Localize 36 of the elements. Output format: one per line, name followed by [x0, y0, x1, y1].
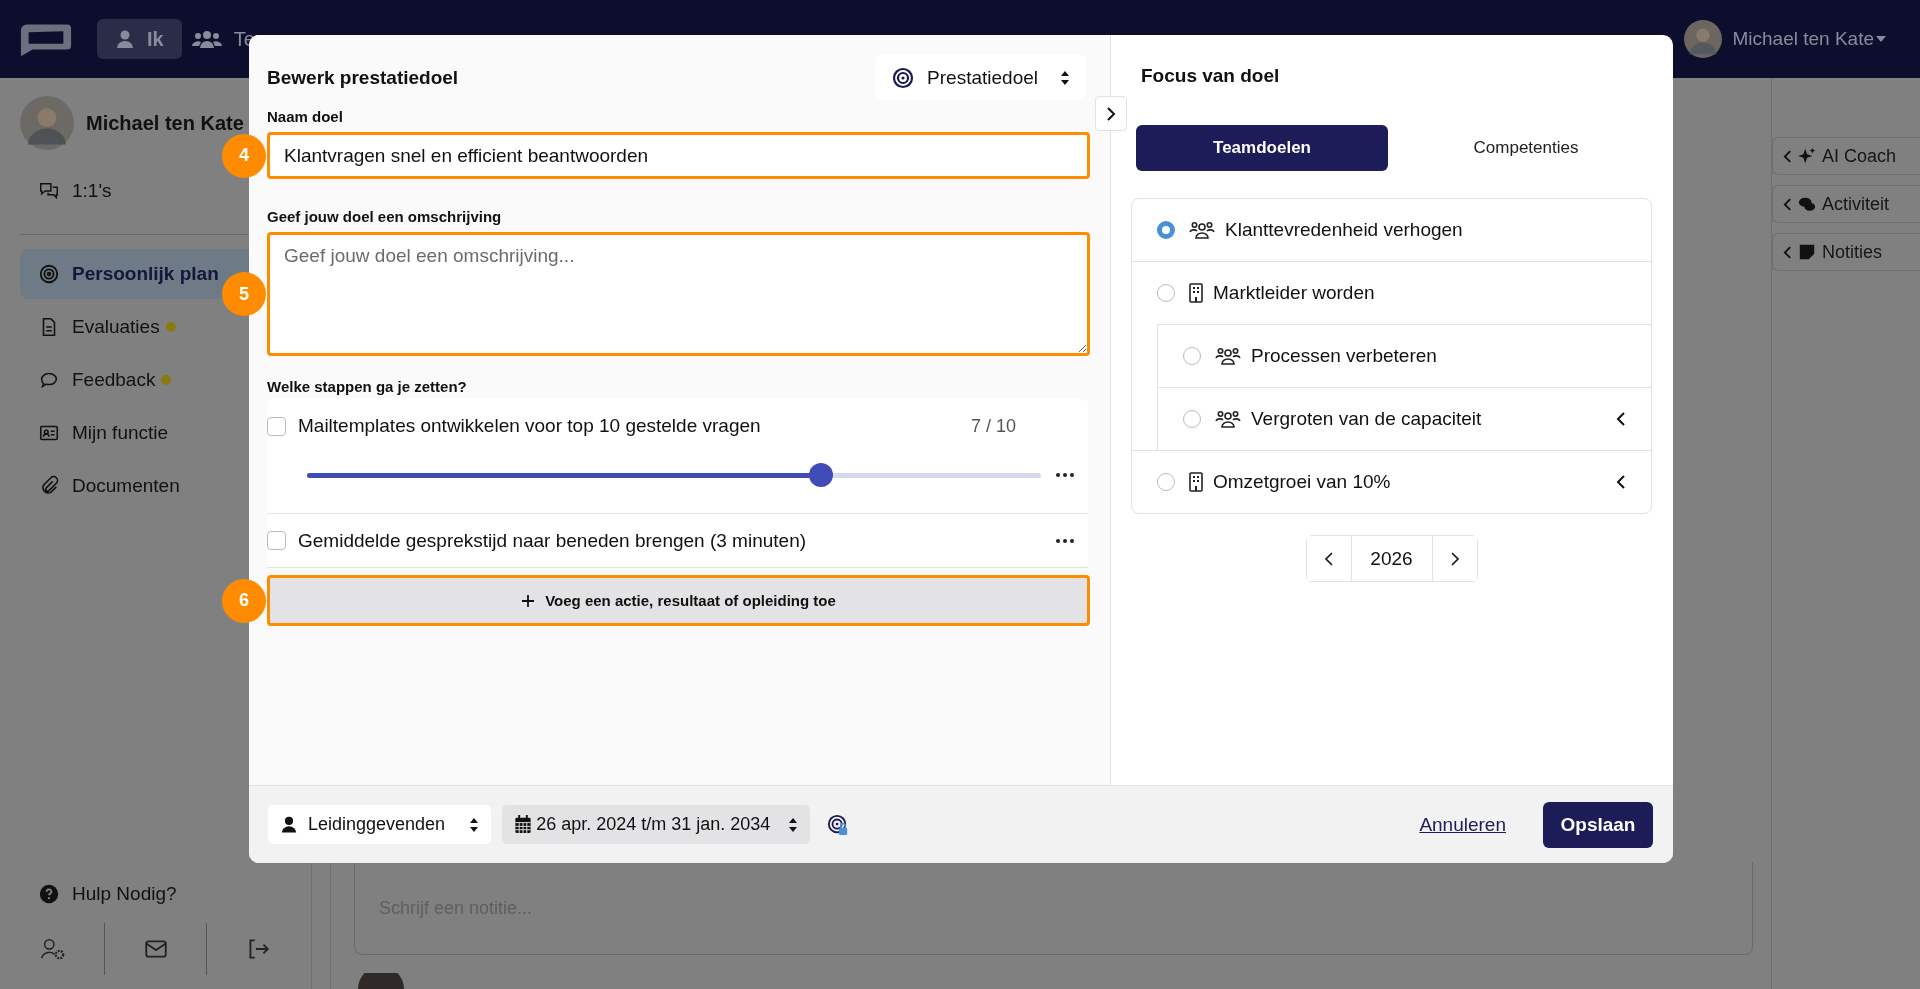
goal-option[interactable]: Vergroten van de capaciteit — [1157, 387, 1651, 450]
step-marker: 5 — [222, 272, 266, 316]
focus-tab[interactable]: Competenties — [1400, 125, 1652, 171]
field-label: Welke stappen ga je zetten? — [267, 378, 468, 395]
step-marker: 6 — [222, 578, 266, 623]
profile-name: Michael ten Kate — [86, 111, 244, 135]
step-title: Gemiddelde gesprekstijd naar beneden brengen (3 minuten) — [298, 529, 807, 552]
side-panel-tab[interactable]: AI Coach — [1772, 137, 1920, 175]
field-label: Naam doel — [267, 108, 344, 125]
year-label: 2026 — [1350, 536, 1433, 581]
cancel-link[interactable]: Annuleren — [1419, 813, 1506, 836]
sidebar-item[interactable]: Mijn functie — [20, 408, 291, 458]
step-marker: 4 — [222, 133, 266, 178]
goal-type-select[interactable]: Prestatiedoel — [875, 55, 1086, 100]
sidebar-item[interactable]: Documenten — [20, 461, 291, 511]
goal-option[interactable]: Marktleider worden — [1132, 261, 1651, 324]
field-label: Geef jouw doel een omschrijving — [267, 208, 503, 225]
add-step-button[interactable]: Voeg een actie, resultaat of opleiding toe — [267, 575, 1090, 626]
step-title: Mailtemplates ontwikkelen voor top 10 gestelde vragen — [298, 415, 761, 437]
side-panel-tab[interactable]: Notities — [1772, 233, 1920, 271]
goal-option[interactable]: Processen verbeteren — [1157, 324, 1651, 387]
goal-name-field[interactable]: Klantvragen snel en efficient beantwoorden — [267, 132, 1090, 179]
panel-title: Focus van doel — [1141, 65, 1281, 87]
goal-option[interactable]: Klanttevredenheid verhogen — [1132, 199, 1651, 261]
save-button[interactable]: Opslaan — [1543, 801, 1653, 848]
user-name[interactable]: Michael ten Kate — [1732, 28, 1874, 50]
goal-option[interactable]: Omzetgroei van 10% — [1132, 450, 1651, 513]
progress-reading: 7 / 10 — [970, 415, 1016, 437]
side-panel-tab[interactable]: Activiteit — [1772, 185, 1920, 223]
help-link[interactable]: Hulp Nodig? — [20, 869, 291, 919]
period-select[interactable]: 26 apr. 2024 t/m 31 jan. 2034 — [502, 805, 811, 844]
dialog-title: Bewerk prestatiedoel — [267, 66, 459, 89]
focus-tab[interactable]: Teamdoelen — [1136, 125, 1388, 171]
description-field[interactable]: Geef jouw doel een omschrijving... — [267, 232, 1090, 356]
nav-tab[interactable]: Ik — [97, 19, 182, 59]
audience-select[interactable]: Leidinggevenden — [268, 805, 492, 844]
